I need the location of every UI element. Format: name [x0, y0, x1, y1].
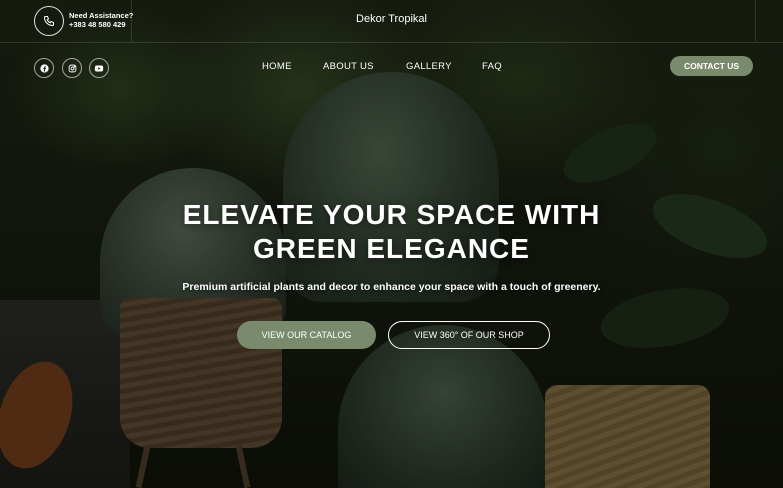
view-360-button[interactable]: VIEW 360° OF OUR SHOP: [388, 321, 550, 349]
youtube-icon: [94, 65, 104, 71]
top-bar: Need Assistance? +383 48 580 429 Dekor T…: [0, 0, 783, 43]
view-catalog-button[interactable]: VIEW OUR CATALOG: [237, 321, 376, 349]
nav-faq[interactable]: FAQ: [482, 61, 502, 72]
nav-about-us[interactable]: ABOUT US: [323, 61, 374, 72]
hero-headline: ELEVATE YOUR SPACE WITH GREEN ELEGANCE: [0, 198, 783, 266]
social-facebook[interactable]: [34, 58, 54, 78]
social-instagram[interactable]: [62, 58, 82, 78]
nav-home[interactable]: HOME: [262, 61, 292, 72]
contact-us-button[interactable]: CONTACT US: [670, 56, 753, 76]
headline-line-2: GREEN ELEGANCE: [253, 233, 530, 264]
instagram-icon: [68, 64, 76, 72]
headline-line-1: ELEVATE YOUR SPACE WITH: [182, 199, 601, 230]
hero-subtitle: Premium artificial plants and decor to e…: [182, 281, 601, 293]
brand-title[interactable]: Dekor Tropikal: [0, 13, 783, 25]
social-youtube[interactable]: [89, 58, 109, 78]
nav-gallery[interactable]: GALLERY: [406, 61, 452, 72]
facebook-icon: [39, 63, 49, 73]
